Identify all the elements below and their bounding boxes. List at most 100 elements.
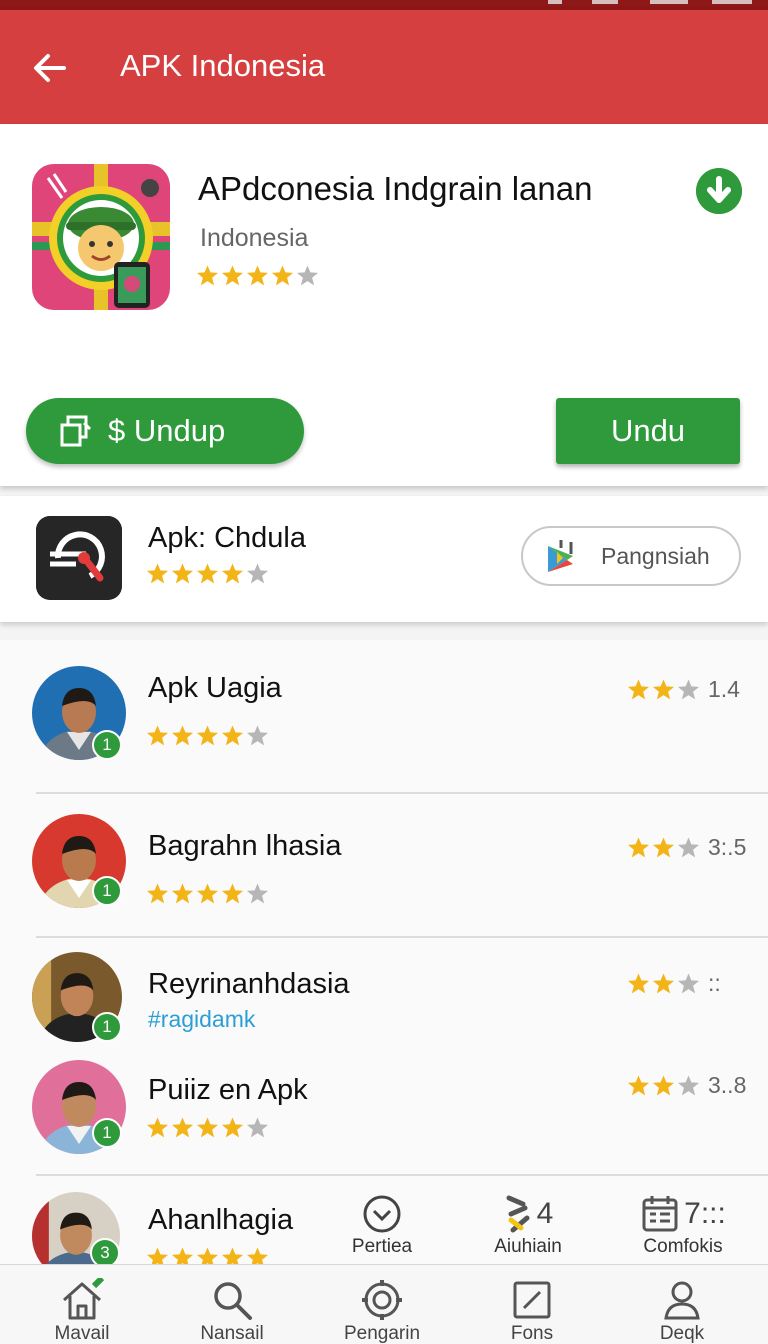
download-pill-button-label: $ Undup <box>108 413 226 448</box>
install-button[interactable]: Undu <box>556 398 740 464</box>
list-item-stars <box>146 1246 269 1264</box>
list-item-stars <box>146 882 269 905</box>
star-icon <box>652 679 675 700</box>
star-icon <box>171 1117 194 1138</box>
quick-action[interactable]: Pertiea <box>332 1192 432 1258</box>
quick-action-value: 7::: <box>684 1197 726 1230</box>
back-arrow-icon[interactable] <box>28 46 72 90</box>
featured-app-card[interactable]: APdconesia Indgrain lanan Indonesia $ Un… <box>0 124 768 486</box>
list-item-name[interactable]: Ahanlhagia <box>148 1204 293 1237</box>
nav-item-edit[interactable]: Fons <box>472 1277 592 1344</box>
app-card[interactable]: Apk: Chdula Pangnsiah <box>0 496 768 622</box>
star-icon <box>246 563 269 584</box>
list-item[interactable]: 1 Bagrahn lhasia 3:.5 <box>0 812 768 922</box>
rating-stars <box>627 972 700 995</box>
app-bar: APK Indonesia <box>0 10 768 124</box>
calendar-icon <box>642 1196 678 1232</box>
star-icon <box>196 563 219 584</box>
quick-action[interactable]: 7::: Comfokis <box>618 1192 748 1258</box>
star-icon <box>221 883 244 904</box>
list-item-rating: 3:.5 <box>627 834 746 861</box>
featured-app-title[interactable]: APdconesia Indgrain lanan <box>198 170 592 208</box>
play-store-button[interactable]: Pangnsiah <box>521 526 741 586</box>
nav-item-label: Fons <box>510 1323 554 1344</box>
list-item-name[interactable]: Apk Uagia <box>148 672 282 705</box>
edit-icon <box>513 1281 551 1319</box>
star-icon <box>146 883 169 904</box>
list-item[interactable]: 1 Apk Uagia 1.4 <box>0 662 768 782</box>
featured-app-subtitle: Indonesia <box>200 224 309 252</box>
rating-stars <box>627 678 700 701</box>
download-arrow-icon[interactable] <box>696 168 742 214</box>
star-icon <box>246 265 269 286</box>
star-icon <box>677 679 700 700</box>
nav-item-settings[interactable]: Pengarin <box>322 1277 442 1344</box>
star-icon <box>171 883 194 904</box>
star-icon <box>652 837 675 858</box>
battery-icon <box>650 0 688 4</box>
list-item-name[interactable]: Puiiz en Apk <box>148 1074 308 1107</box>
featured-app-rating <box>196 264 319 287</box>
star-icon <box>271 265 294 286</box>
nav-item-home[interactable]: Mavail <box>22 1277 142 1344</box>
quick-action-label: Pertiea <box>351 1236 413 1257</box>
list-item[interactable]: 1 Reyrinanhdasia #ragidamk :: <box>0 952 768 1052</box>
list-item-stars <box>146 1116 269 1139</box>
status-bar <box>0 0 768 10</box>
star-icon <box>146 725 169 746</box>
play-store-icon <box>548 540 573 572</box>
rank-badge: 1 <box>92 1118 122 1148</box>
divider <box>36 792 768 794</box>
star-icon <box>196 725 219 746</box>
star-icon <box>146 1247 169 1264</box>
quick-action[interactable]: 4 Aiuhiain <box>478 1192 578 1258</box>
app-card-title[interactable]: Apk: Chdula <box>148 522 306 555</box>
quick-action-label: Comfokis <box>643 1236 723 1257</box>
star-icon <box>627 837 650 858</box>
rank-badge: 1 <box>92 730 122 760</box>
star-icon <box>196 883 219 904</box>
package-icon <box>60 415 92 447</box>
nav-item-profile[interactable]: Deqk <box>622 1277 742 1344</box>
app-logo-icon[interactable] <box>36 516 122 600</box>
app-card-rating <box>146 562 269 585</box>
star-icon <box>246 725 269 746</box>
quick-action-label: Aiuhiain <box>494 1236 562 1257</box>
star-icon <box>677 837 700 858</box>
star-icon <box>171 563 194 584</box>
person-icon <box>664 1281 700 1320</box>
rating-stars <box>627 1074 700 1097</box>
list-item-rating: 1.4 <box>627 676 740 703</box>
list-item-rating: :: <box>627 970 721 997</box>
rank-badge: 3 <box>90 1238 120 1264</box>
home-icon <box>63 1278 105 1320</box>
star-icon <box>221 1117 244 1138</box>
install-button-label: Undu <box>610 413 686 448</box>
check-circle-icon <box>363 1195 401 1233</box>
star-icon <box>171 1247 194 1264</box>
list-item[interactable]: 1 Puiiz en Apk 3..8 <box>0 1060 768 1160</box>
signal-icon <box>592 0 618 4</box>
settings-icon <box>362 1280 402 1320</box>
star-icon <box>196 265 219 286</box>
list-item-tag[interactable]: #ragidamk <box>148 1006 255 1033</box>
star-icon <box>296 265 319 286</box>
tools-icon <box>506 1195 530 1233</box>
star-icon <box>677 1075 700 1096</box>
page-title: APK Indonesia <box>120 48 326 83</box>
star-icon <box>627 679 650 700</box>
featured-app-icon[interactable] <box>32 164 170 310</box>
nav-item-label: Deqk <box>659 1323 705 1344</box>
nav-item-search[interactable]: Nansail <box>172 1277 292 1344</box>
nav-item-label: Pengarin <box>343 1323 421 1344</box>
download-pill-button[interactable]: $ Undup <box>26 398 304 464</box>
list-item-name[interactable]: Reyrinanhdasia <box>148 968 350 1001</box>
star-icon <box>677 973 700 994</box>
star-icon <box>221 725 244 746</box>
rating-value: 3:.5 <box>708 834 747 860</box>
vibrate-icon <box>548 0 562 4</box>
star-icon <box>146 563 169 584</box>
list-item-name[interactable]: Bagrahn lhasia <box>148 830 341 863</box>
star-icon <box>652 973 675 994</box>
rating-stars <box>627 836 700 859</box>
